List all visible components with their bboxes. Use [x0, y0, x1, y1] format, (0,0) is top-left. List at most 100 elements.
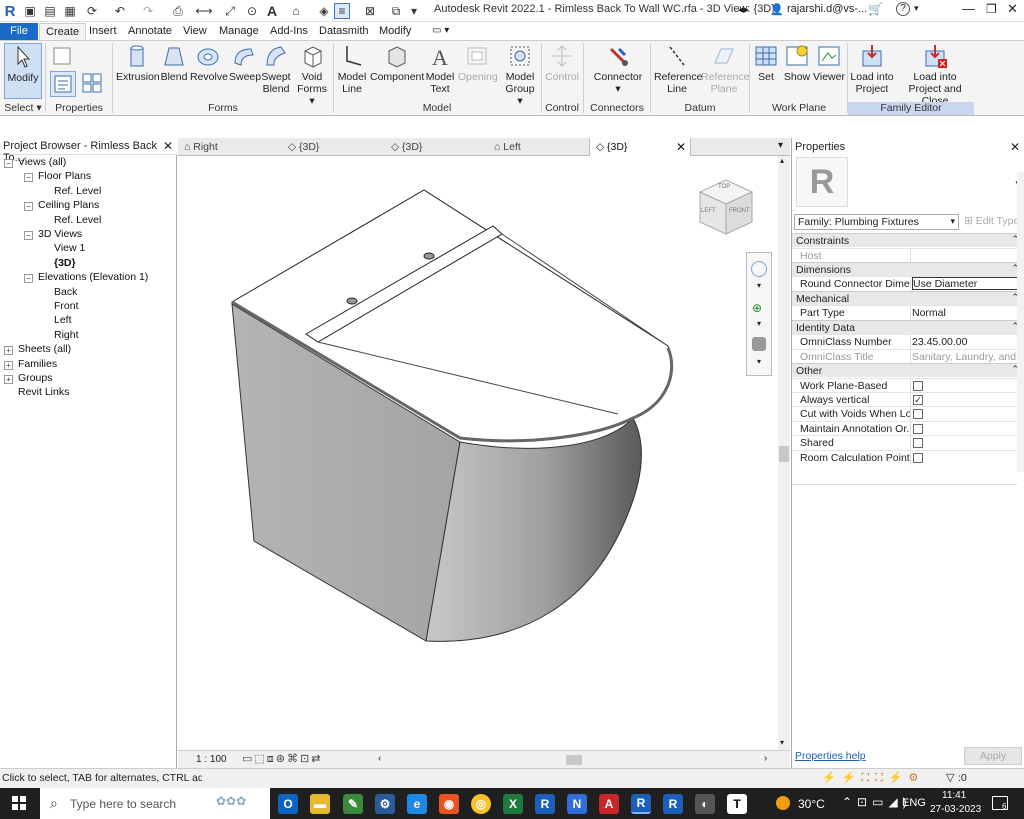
tab-3d-view-2[interactable]: ◇ {3D}: [385, 138, 487, 156]
tab-datasmith[interactable]: Datasmith: [313, 23, 375, 40]
tree-item[interactable]: Floor Plans: [38, 170, 91, 184]
swept-blend-button[interactable]: Swept Blend: [261, 43, 291, 95]
tree-item[interactable]: Ref. Level: [54, 214, 101, 228]
redo-icon[interactable]: ↷: [140, 3, 156, 19]
tree-item[interactable]: Left: [54, 314, 72, 328]
property-row[interactable]: Work Plane-Based: [792, 377, 1024, 393]
firefox-icon[interactable]: ◉: [439, 794, 459, 814]
text-icon[interactable]: A: [264, 3, 280, 19]
file-explorer-icon[interactable]: ▬: [310, 794, 330, 814]
scroll-down-icon[interactable]: ▾: [780, 738, 784, 747]
clock-date[interactable]: 27-03-2023: [930, 804, 981, 815]
expand-toggle-icon[interactable]: −: [4, 159, 13, 168]
revit-logo-icon[interactable]: R: [2, 3, 18, 20]
tree-item[interactable]: Elevations (Elevation 1): [38, 271, 148, 285]
undo-icon[interactable]: ↶: [112, 3, 128, 19]
scroll-left-icon[interactable]: ‹: [378, 753, 381, 764]
zoom-icon[interactable]: ⊕: [752, 301, 762, 315]
property-checkbox[interactable]: ✓: [913, 394, 923, 405]
tree-item[interactable]: {3D}: [54, 257, 76, 271]
tree-item[interactable]: 3D Views: [38, 228, 82, 242]
scroll-thumb[interactable]: [779, 446, 789, 462]
tree-item[interactable]: Front: [54, 300, 79, 314]
expand-toggle-icon[interactable]: +: [4, 375, 13, 384]
3d-view-icon[interactable]: ⌂: [288, 3, 304, 19]
tree-item[interactable]: Groups: [18, 372, 52, 386]
reference-plane-button[interactable]: Reference Plane: [701, 43, 749, 95]
tag-icon[interactable]: ⊙: [244, 3, 260, 19]
windows-start-icon[interactable]: [12, 796, 26, 810]
edit-type-button[interactable]: ⊞ Edit Type: [964, 215, 1019, 227]
property-section-header[interactable]: Dimensions ⌃: [792, 261, 1024, 276]
close-hidden-icon[interactable]: ⊠: [362, 3, 378, 19]
tab-manage[interactable]: Manage: [213, 23, 265, 40]
tab-left-view[interactable]: ⌂ Left: [488, 138, 588, 156]
tab-right-view[interactable]: ⌂ Right: [178, 138, 281, 156]
zoom-dropdown-icon[interactable]: ▾: [757, 319, 761, 328]
property-section-header[interactable]: Mechanical ⌃: [792, 290, 1024, 305]
property-checkbox[interactable]: [913, 423, 923, 434]
filter-icon[interactable]: ▽: [946, 771, 954, 784]
minimize-icon[interactable]: —: [962, 1, 975, 16]
property-row[interactable]: Host: [792, 247, 1024, 263]
tree-item[interactable]: Revit Links: [18, 386, 69, 400]
edge-icon[interactable]: e: [407, 794, 427, 814]
property-row[interactable]: Room Calculation Point: [792, 449, 1024, 465]
folder-icon[interactable]: ▤: [42, 3, 58, 19]
scroll-up-icon[interactable]: ▴: [780, 156, 784, 165]
opening-button[interactable]: Opening: [458, 43, 498, 83]
property-row[interactable]: Round Connector Dime... Use Diameter: [792, 276, 1024, 292]
customize-quick-access-icon[interactable]: ▾: [406, 3, 422, 19]
autocad-icon[interactable]: A: [599, 794, 619, 814]
property-row[interactable]: OmniClass Title Sanitary, Laundry, and C.…: [792, 348, 1024, 364]
tab-modify[interactable]: Modify: [373, 23, 417, 40]
property-row[interactable]: OmniClass Number 23.45.00.00: [792, 334, 1024, 350]
sweep-button[interactable]: Sweep: [229, 43, 261, 83]
wheel-dropdown-icon[interactable]: ▾: [757, 281, 761, 290]
steering-wheel-icon[interactable]: [751, 261, 767, 277]
tab-view[interactable]: View: [177, 23, 213, 40]
chrome-icon[interactable]: ◎: [471, 794, 491, 814]
view-controls-icons[interactable]: ▭⬚⧈⊛⌘⊡⇄: [242, 752, 322, 766]
tab-3d-view-1[interactable]: ◇ {3D}: [282, 138, 384, 156]
tree-item[interactable]: Back: [54, 286, 77, 300]
restore-icon[interactable]: ❐: [986, 2, 997, 16]
tab-annotate[interactable]: Annotate: [122, 23, 178, 40]
app-icon[interactable]: ⚙: [375, 794, 395, 814]
typora-icon[interactable]: T: [727, 794, 747, 814]
void-forms-button[interactable]: Void Forms ▾: [296, 43, 328, 107]
expand-toggle-icon[interactable]: −: [24, 173, 33, 183]
tab-add-ins[interactable]: Add-Ins: [264, 23, 314, 40]
family-types-button[interactable]: [50, 45, 76, 67]
revolve-button[interactable]: Revolve: [190, 43, 228, 83]
cart-icon[interactable]: 🛒: [868, 2, 883, 16]
revit-icon[interactable]: R: [535, 794, 555, 814]
control-button[interactable]: Control: [544, 43, 580, 83]
help-icon[interactable]: ?: [896, 2, 910, 16]
expand-toggle-icon[interactable]: +: [4, 346, 13, 356]
viewcube[interactable]: TOP LEFT FRONT: [692, 174, 760, 242]
save-icon[interactable]: ▦: [62, 3, 78, 19]
property-checkbox[interactable]: [913, 409, 923, 420]
property-value[interactable]: 23.45.00.00: [912, 336, 1024, 348]
wc-model-3d[interactable]: [178, 156, 778, 750]
aligned-dimension-icon[interactable]: ⤢: [222, 3, 238, 19]
property-section-header[interactable]: Identity Data ⌃: [792, 319, 1024, 334]
viewer-button[interactable]: Viewer: [813, 43, 845, 83]
connector-button[interactable]: Connector ▾: [590, 43, 646, 95]
user-name[interactable]: rajarshi.d@vs-...: [787, 3, 867, 15]
load-into-project-close-button[interactable]: Load into Project and Close: [898, 43, 972, 107]
open-icon[interactable]: ▣: [22, 3, 38, 19]
property-value[interactable]: Use Diameter: [912, 277, 1024, 291]
blend-button[interactable]: Blend: [160, 43, 188, 83]
expand-toggle-icon[interactable]: −: [24, 274, 33, 284]
model-group-button[interactable]: Model Group ▾: [502, 43, 538, 107]
tree-item[interactable]: Families: [18, 358, 57, 372]
modify-button[interactable]: Modify: [4, 43, 42, 99]
revit-active-icon[interactable]: R: [631, 794, 651, 814]
help-dropdown-icon[interactable]: ▾: [914, 3, 919, 14]
ribbon-options-icon[interactable]: ▭ ▾: [426, 23, 455, 40]
property-row[interactable]: Maintain Annotation Or...: [792, 420, 1024, 436]
tab-file[interactable]: File: [0, 23, 38, 40]
close-tab-icon[interactable]: ✕: [676, 140, 686, 154]
